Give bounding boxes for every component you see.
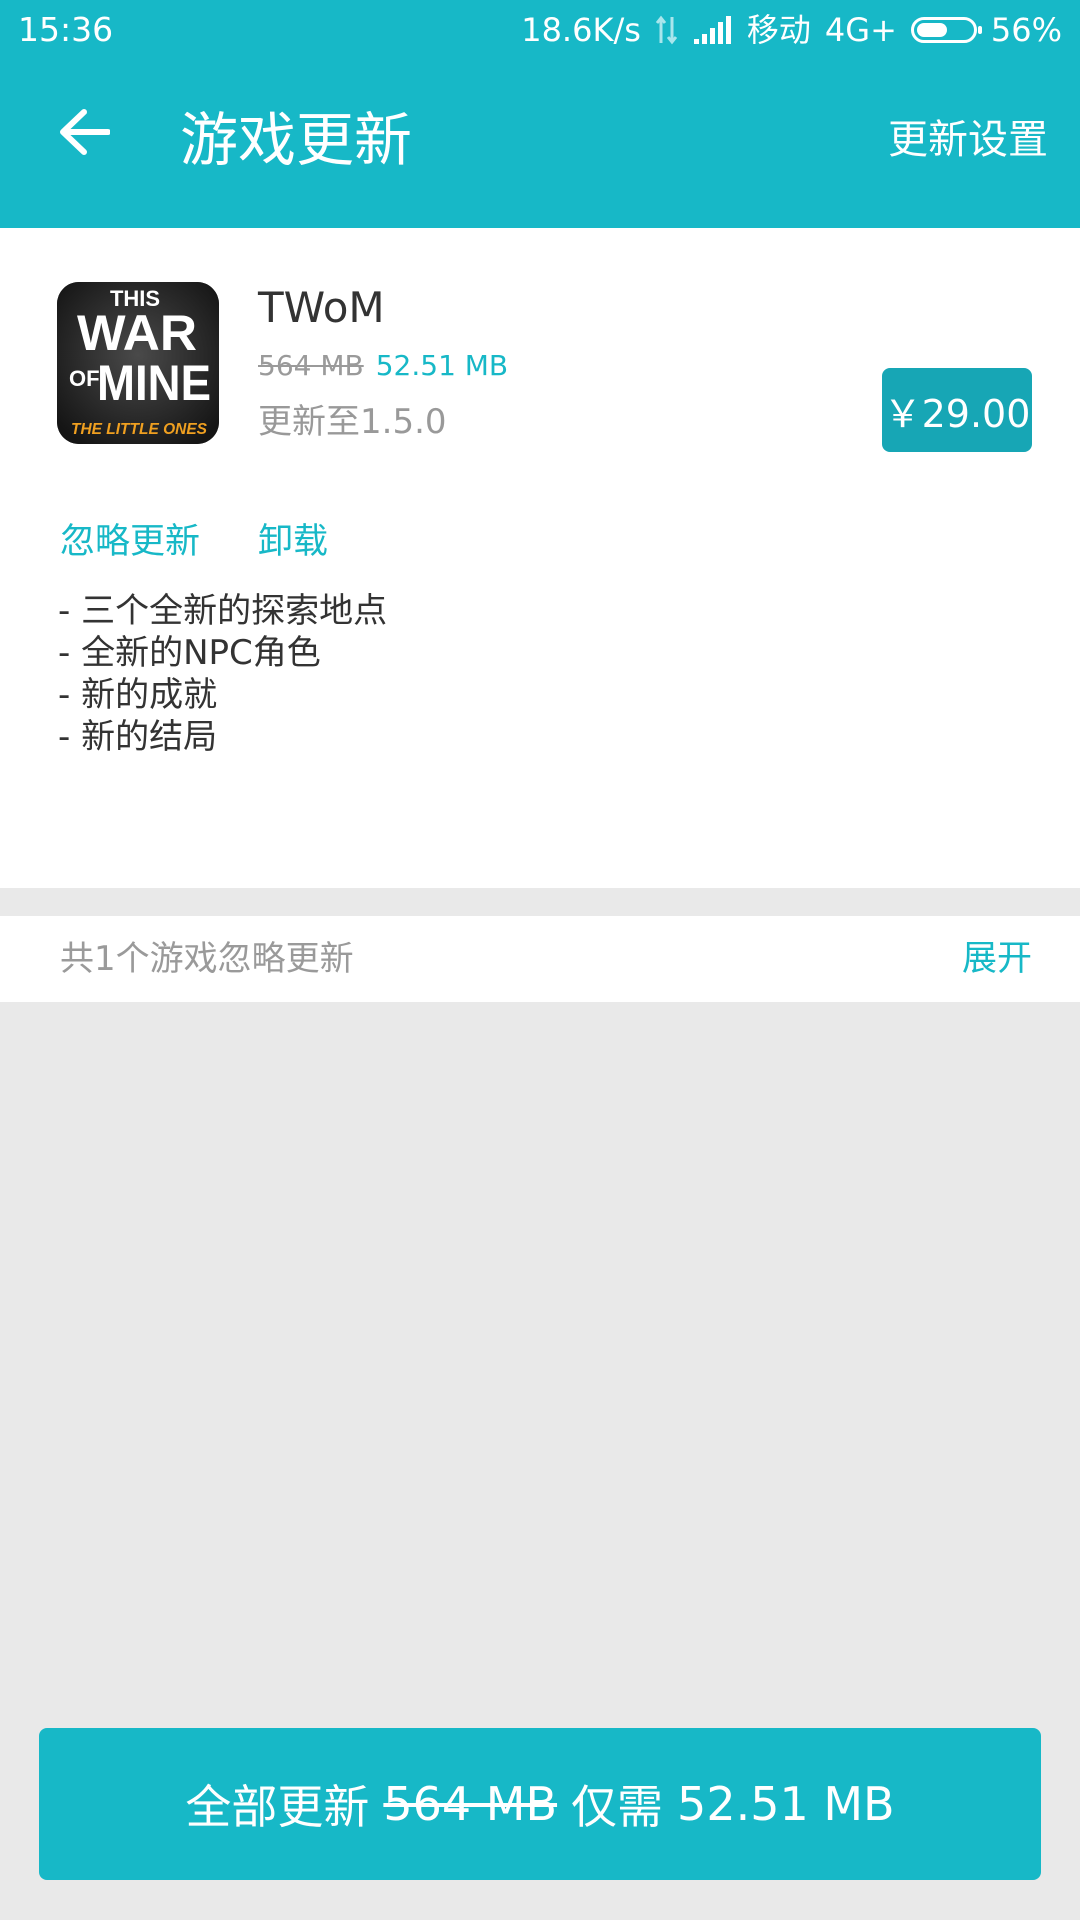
game-name: TWoM xyxy=(258,283,385,332)
update-settings-button[interactable]: 更新设置 xyxy=(888,114,1048,166)
update-all-new-size: 52.51 MB xyxy=(677,1777,895,1831)
uninstall-button[interactable]: 卸载 xyxy=(258,518,328,566)
battery-percent: 56% xyxy=(990,11,1062,49)
app-icon[interactable]: THIS WAR OF MINE THE LITTLE ONES xyxy=(57,282,219,444)
version-text: 更新至1.5.0 xyxy=(258,402,447,442)
logo-line-little-ones: THE LITTLE ONES xyxy=(71,421,207,438)
network-type: 4G+ xyxy=(824,11,897,49)
title-bar: 游戏更新 更新设置 xyxy=(0,60,1080,228)
this-war-of-mine-logo: THIS WAR OF MINE THE LITTLE ONES xyxy=(57,282,219,444)
changelog: - 三个全新的探索地点 - 全新的NPC角色 - 新的成就 - 新的结局 xyxy=(58,590,387,758)
changelog-item: - 新的成就 xyxy=(58,675,218,715)
old-size: 564 MB xyxy=(258,349,364,382)
page-title: 游戏更新 xyxy=(180,106,413,174)
expand-button[interactable]: 展开 xyxy=(962,936,1032,982)
changelog-item: - 全新的NPC角色 xyxy=(58,633,321,673)
logo-line-war: WAR xyxy=(77,305,197,361)
logo-line-mine: MINE xyxy=(97,355,211,411)
status-indicators: 18.6K/s 移动 4G+ 56% xyxy=(521,8,1062,52)
back-button[interactable] xyxy=(40,96,128,168)
status-bar: 15:36 18.6K/s 移动 4G+ 56% xyxy=(0,0,1080,60)
back-arrow-icon xyxy=(60,109,110,155)
battery-cap xyxy=(977,26,982,34)
ignore-update-button[interactable]: 忽略更新 xyxy=(60,518,200,566)
new-size: 52.51 MB xyxy=(375,349,509,382)
battery-level xyxy=(916,23,948,37)
carrier-label: 移动 xyxy=(746,11,811,49)
update-all-old-size: 564 MB xyxy=(383,1777,558,1831)
changelog-item: - 三个全新的探索地点 xyxy=(58,591,388,631)
signal-icon xyxy=(693,16,731,44)
status-time: 15:36 xyxy=(18,10,114,49)
price-button[interactable]: ￥29.00 xyxy=(882,368,1032,452)
ignored-count-text: 共1个游戏忽略更新 xyxy=(60,939,354,979)
network-speed: 18.6K/s xyxy=(521,11,641,49)
data-arrows-icon xyxy=(655,15,678,45)
ignored-updates-row: 共1个游戏忽略更新 展开 xyxy=(0,916,1080,1002)
changelog-item: - 新的结局 xyxy=(58,717,218,757)
update-all-middle-label: 仅需 xyxy=(571,1780,664,1834)
size-row: 564 MB 52.51 MB xyxy=(258,346,508,386)
logo-line-of: OF xyxy=(69,366,100,391)
action-links: 忽略更新 卸载 xyxy=(60,518,328,566)
update-all-button[interactable]: 全部更新 564 MB 仅需 52.51 MB xyxy=(39,1728,1041,1880)
update-all-label: 全部更新 xyxy=(185,1780,370,1834)
battery-icon xyxy=(910,17,982,43)
game-card: THIS WAR OF MINE THE LITTLE ONES TWoM 56… xyxy=(0,228,1080,888)
